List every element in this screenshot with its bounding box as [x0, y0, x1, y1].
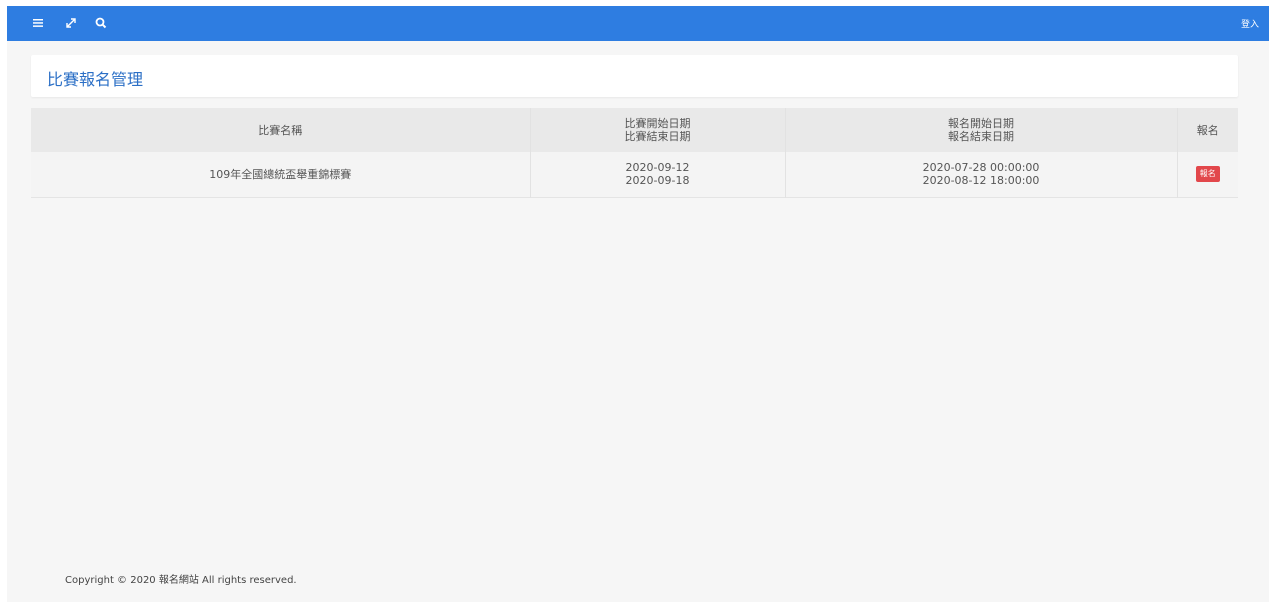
page: 登入 比賽報名管理 比賽名稱 比賽開始日期 比賽結束日期 報名開始日期 報名結束… [7, 6, 1269, 602]
registration-dates-cell: 2020-07-28 00:00:00 2020-08-12 18:00:00 [784, 152, 1177, 197]
header-match-start: 比賽開始日期 [624, 117, 691, 130]
page-title: 比賽報名管理 [47, 70, 144, 89]
title-card: 比賽報名管理 [31, 55, 1238, 97]
top-navbar: 登入 [7, 6, 1269, 41]
competition-name: 109年全國總統盃舉重錦標賽 [209, 167, 352, 181]
table-header-row: 比賽名稱 比賽開始日期 比賽結束日期 報名開始日期 報名結束日期 報名 [31, 108, 1238, 152]
header-name: 比賽名稱 [258, 123, 303, 137]
search-icon[interactable] [93, 15, 109, 31]
footer-copyright: Copyright © 2020 報名網站 All rights reserve… [65, 575, 297, 586]
register-button[interactable]: 報名 [1195, 166, 1220, 183]
competition-table: 比賽名稱 比賽開始日期 比賽結束日期 報名開始日期 報名結束日期 報名 109年… [31, 108, 1238, 198]
header-registration-dates: 報名開始日期 報名結束日期 [784, 108, 1177, 152]
menu-icon[interactable] [31, 15, 47, 31]
header-action: 報名 [1176, 108, 1238, 152]
match-end-date: 2020-09-18 [625, 174, 690, 188]
header-reg-start: 報名開始日期 [948, 117, 1014, 130]
login-link[interactable]: 登入 [1241, 17, 1259, 30]
registration-end-date: 2020-08-12 18:00:00 [922, 174, 1040, 188]
header-reg-end: 報名結束日期 [948, 130, 1014, 143]
table-row: 109年全國總統盃舉重錦標賽 2020-09-12 2020-09-18 202… [31, 152, 1238, 197]
header-match-end: 比賽結束日期 [624, 130, 691, 143]
expand-icon[interactable] [63, 15, 79, 31]
match-dates-cell: 2020-09-12 2020-09-18 [529, 152, 785, 197]
action-cell: 報名 [1176, 152, 1238, 197]
header-match-dates: 比賽開始日期 比賽結束日期 [529, 108, 785, 152]
match-start-date: 2020-09-12 [625, 161, 690, 175]
registration-start-date: 2020-07-28 00:00:00 [922, 161, 1040, 175]
